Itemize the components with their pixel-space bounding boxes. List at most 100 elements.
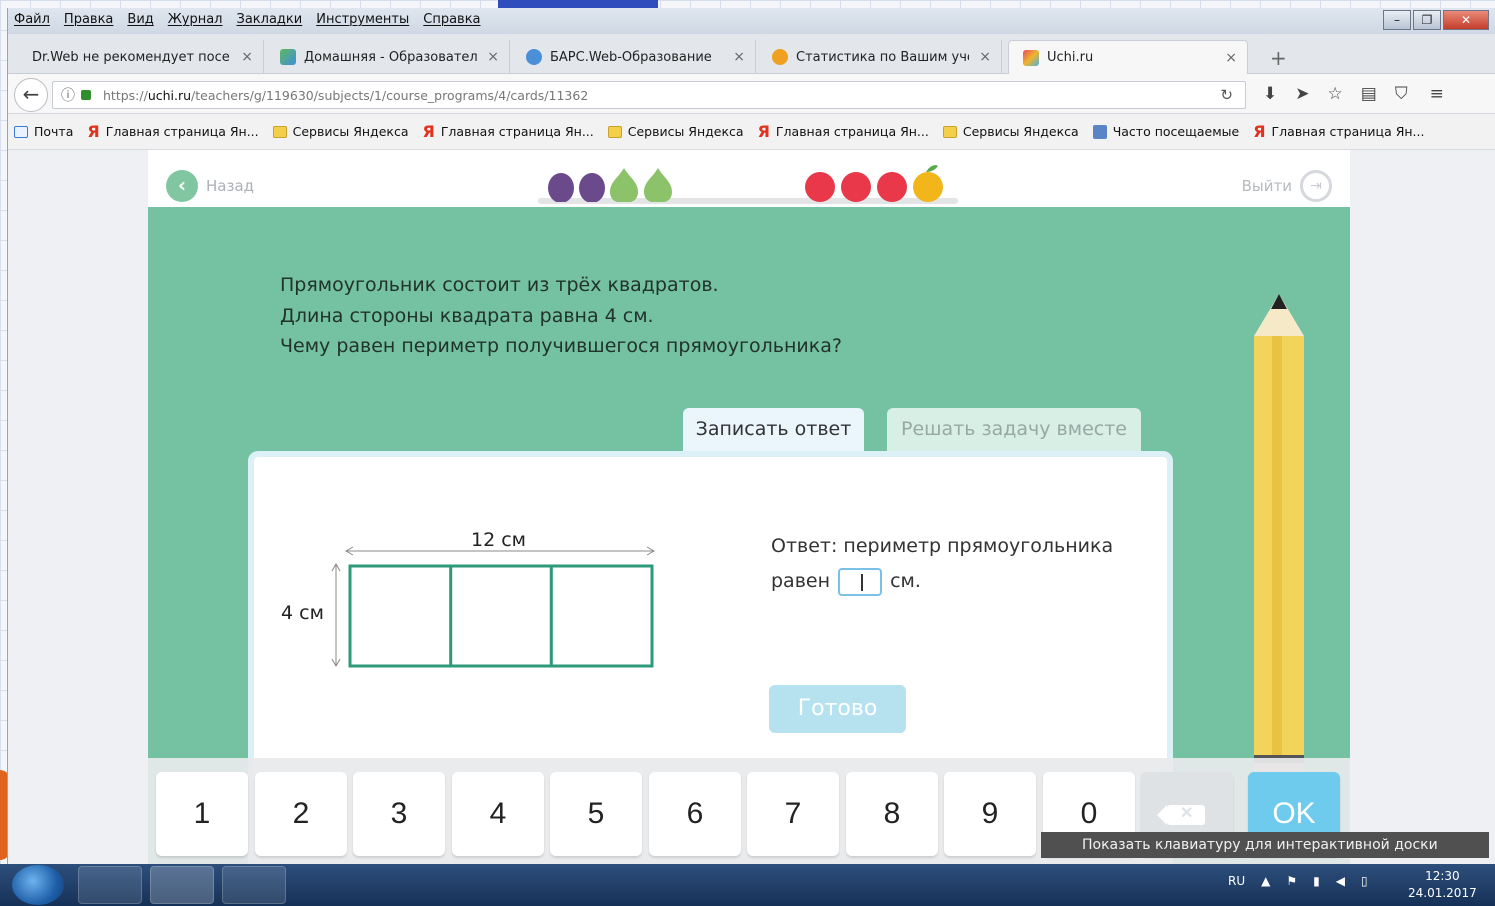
back-label: Назад xyxy=(206,177,255,195)
menu-edit[interactable]: Правка xyxy=(64,12,113,27)
start-button-icon[interactable] xyxy=(12,865,64,905)
key-7[interactable]: 7 xyxy=(747,772,839,856)
restore-button[interactable]: ❐ xyxy=(1413,10,1441,30)
menu-history[interactable]: Журнал xyxy=(168,12,223,27)
back-link[interactable]: ‹ Назад xyxy=(166,170,254,202)
key-3[interactable]: 3 xyxy=(353,772,445,856)
info-icon[interactable]: ⓘ xyxy=(61,85,75,105)
bookmark-label: Почта xyxy=(34,124,74,139)
download-icon[interactable]: ⬇ xyxy=(1263,84,1277,104)
bookmark-label: Часто посещаемые xyxy=(1112,124,1240,139)
uchi-page: ‹ Назад Выйти ⇥ Прямоугольник состоит из… xyxy=(148,150,1350,864)
volume-icon[interactable]: ◀ xyxy=(1336,874,1345,888)
folder-icon xyxy=(607,125,622,138)
send-icon[interactable]: ➤ xyxy=(1295,84,1309,104)
network-icon[interactable]: ▮ xyxy=(1313,874,1320,888)
tab-close-icon[interactable]: × xyxy=(241,49,253,65)
chevron-left-icon: ‹ xyxy=(166,170,198,202)
minimize-button[interactable]: – xyxy=(1383,10,1411,30)
bookmark-yandex[interactable]: Я Главная страница Ян... xyxy=(422,122,593,141)
tab-title: Домашняя - Образовател... xyxy=(304,49,478,65)
new-tab-icon[interactable]: + xyxy=(1270,46,1287,70)
apple-icon xyxy=(841,172,871,202)
key-8[interactable]: 8 xyxy=(846,772,938,856)
url-path: /teachers/g/119630/subjects/1/course_pro… xyxy=(191,87,589,103)
reading-list-icon[interactable]: ▤ xyxy=(1361,84,1377,104)
bookmark-yandex[interactable]: Я Главная страница Ян... xyxy=(87,122,258,141)
address-bar[interactable]: ⓘ https://uchi.ru/teachers/g/119630/subj… xyxy=(52,81,1246,109)
problem-text: Прямоугольник состоит из трёх квадратов.… xyxy=(280,270,842,362)
tab-statistics[interactable]: Статистика по Вашим уче... × xyxy=(758,40,1002,74)
tab-title: Uchi.ru xyxy=(1047,50,1094,65)
answer-input[interactable] xyxy=(838,567,883,596)
keyboard-tooltip: Показать клавиатуру для интерактивной до… xyxy=(1041,832,1489,858)
key-1[interactable]: 1 xyxy=(156,772,248,856)
fruit-progress-right xyxy=(805,165,943,202)
bookmark-yandex[interactable]: Я Главная страница Ян... xyxy=(758,122,929,141)
reload-icon[interactable]: ↻ xyxy=(1220,86,1233,104)
bookmarks-bar: Почта Я Главная страница Ян... Сервисы Ян… xyxy=(8,114,1495,150)
menu-bookmarks[interactable]: Закладки xyxy=(237,12,303,27)
leaf-icon xyxy=(926,165,938,172)
figure-height-label: 4 см xyxy=(281,602,324,624)
bookmark-label: Сервисы Яндекса xyxy=(627,124,744,139)
bookmark-label: Сервисы Яндекса xyxy=(292,124,409,139)
tab-close-icon[interactable]: × xyxy=(979,49,991,65)
backspace-cross: ✕ xyxy=(1180,805,1194,822)
key-4[interactable]: 4 xyxy=(452,772,544,856)
tab-close-icon[interactable]: × xyxy=(487,49,499,65)
close-window-button[interactable]: ✕ xyxy=(1443,10,1489,30)
tab-close-icon[interactable]: × xyxy=(1225,50,1237,66)
hamburger-menu-icon[interactable]: ≡ xyxy=(1430,84,1444,104)
bookmark-yandex[interactable]: Я Главная страница Ян... xyxy=(1253,122,1424,141)
tray-expand-icon[interactable]: ▲ xyxy=(1261,874,1270,888)
bookmark-label: Сервисы Яндекса xyxy=(962,124,1079,139)
bookmark-mail[interactable]: Почта xyxy=(14,124,73,139)
explorer-task-icon[interactable] xyxy=(78,866,142,904)
flag-icon[interactable]: ⚑ xyxy=(1286,874,1297,888)
tab-solve-together[interactable]: Решать задачу вместе xyxy=(887,408,1141,452)
power-icon[interactable]: ▯ xyxy=(1361,874,1368,888)
language-indicator[interactable]: RU xyxy=(1228,874,1245,888)
star-icon[interactable]: ☆ xyxy=(1328,84,1343,104)
ready-button[interactable]: Готово xyxy=(769,685,906,733)
fruit-progress-left xyxy=(548,168,672,202)
bookmark-yandex-services[interactable]: Сервисы Яндекса xyxy=(607,124,744,139)
tab-close-icon[interactable]: × xyxy=(733,49,745,65)
menu-tools[interactable]: Инструменты xyxy=(316,12,409,27)
clock-time: 12:30 xyxy=(1425,869,1460,883)
answer-after: см. xyxy=(890,570,921,592)
clock[interactable]: 12:30 24.01.2017 xyxy=(1408,868,1477,902)
pocket-icon[interactable]: ⛉ xyxy=(1395,84,1408,104)
key-5[interactable]: 5 xyxy=(550,772,642,856)
apple-icon xyxy=(805,172,835,202)
uchi-favicon-icon xyxy=(1023,49,1039,66)
key-2[interactable]: 2 xyxy=(255,772,347,856)
apple-icon xyxy=(913,172,943,202)
key-9[interactable]: 9 xyxy=(944,772,1036,856)
bookmark-yandex-services[interactable]: Сервисы Яндекса xyxy=(942,124,1079,139)
answer-before: равен xyxy=(771,570,831,592)
bookmark-yandex-services[interactable]: Сервисы Яндекса xyxy=(272,124,409,139)
bars-favicon-icon xyxy=(526,49,542,65)
tab-home[interactable]: Домашняя - Образовател... × xyxy=(266,40,510,74)
menu-file[interactable]: Файл xyxy=(14,12,50,27)
bookmark-label: Главная страница Ян... xyxy=(1271,124,1425,139)
tab-write-answer[interactable]: Записать ответ xyxy=(683,408,864,452)
tab-bars[interactable]: БАРС.Web-Образование × xyxy=(512,40,756,74)
bookmark-frequent[interactable]: Часто посещаемые xyxy=(1092,124,1240,139)
logout-link[interactable]: Выйти ⇥ xyxy=(1242,170,1332,202)
media-task-icon[interactable] xyxy=(222,866,286,904)
toolbar-icons: ⬇ ➤ ☆ ▤ ⛉ ≡ xyxy=(1263,84,1444,104)
firefox-task-icon[interactable] xyxy=(150,866,214,904)
tab-uchi[interactable]: Uchi.ru × xyxy=(1008,40,1248,74)
tab-drweb[interactable]: Dr.Web не рекомендует посе... × xyxy=(18,40,264,74)
browser-back-icon[interactable]: ← xyxy=(14,78,48,112)
menu-help[interactable]: Справка xyxy=(423,12,480,27)
key-6[interactable]: 6 xyxy=(649,772,741,856)
menu-view[interactable]: Вид xyxy=(127,12,153,27)
squares xyxy=(348,564,654,668)
window-controls: – ❐ ✕ xyxy=(1381,10,1489,30)
navigation-bar: ← ⓘ https://uchi.ru/teachers/g/119630/su… xyxy=(8,74,1495,114)
bookmark-label: Главная страница Ян... xyxy=(105,124,259,139)
